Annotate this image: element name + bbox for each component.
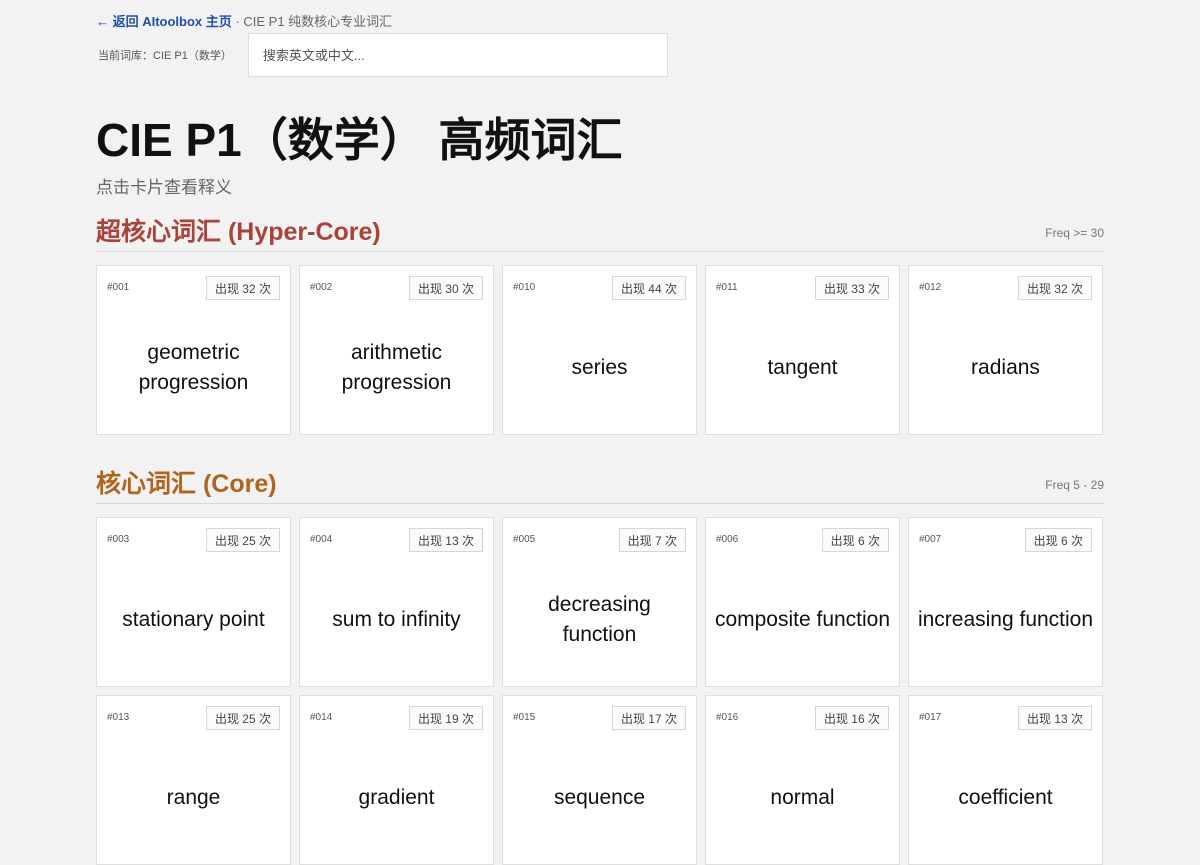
frequency-badge: 出现 44 次	[611, 276, 686, 300]
card-word: stationary point	[122, 608, 265, 631]
card-id: #004	[310, 534, 333, 545]
card-grid-hyper-core: #001 出现 32 次 geometric progression #002 出现 3…	[96, 265, 1104, 435]
vocab-card[interactable]: #003 出现 25 次 stationary point	[96, 517, 291, 687]
section-title-core: 核心词汇 (Core)	[96, 470, 277, 498]
search-input[interactable]	[247, 33, 668, 77]
card-id: #016	[716, 712, 739, 723]
card-id: #002	[310, 282, 333, 293]
card-id: #017	[919, 712, 942, 723]
frequency-badge: 出现 16 次	[814, 706, 889, 730]
card-word: composite function	[714, 608, 891, 631]
card-grid-core: #003 出现 25 次 stationary point #004 出现 13 次 su…	[96, 517, 1104, 865]
card-id: #012	[919, 282, 942, 293]
frequency-badge: 出现 33 次	[814, 276, 889, 300]
section-title-hyper-core: 超核心词汇 (Hyper-Core)	[96, 218, 381, 246]
card-word: geometric progression	[138, 341, 249, 394]
frequency-badge: 出现 30 次	[408, 276, 483, 300]
frequency-badge: 出现 19 次	[408, 706, 483, 730]
vocab-card[interactable]: #014 出现 19 次 gradient	[299, 695, 494, 865]
card-word: series	[571, 356, 628, 379]
card-id: #005	[513, 534, 536, 545]
frequency-badge: 出现 6 次	[821, 528, 889, 552]
card-id: #015	[513, 712, 536, 723]
card-id: #006	[716, 534, 739, 545]
page-subtitle: 点击卡片查看释义	[96, 178, 232, 197]
vocab-card[interactable]: #016 出现 16 次 normal	[705, 695, 900, 865]
card-word: gradient	[358, 786, 435, 809]
card-word: increasing function	[917, 608, 1094, 631]
breadcrumb-separator: ·	[235, 14, 240, 29]
card-word: decreasing function	[548, 593, 651, 646]
frequency-badge: 出现 13 次	[408, 528, 483, 552]
section-freq-core: Freq 5 - 29	[1045, 478, 1104, 492]
card-id: #014	[310, 712, 333, 723]
frequency-badge: 出现 7 次	[618, 528, 686, 552]
vocab-card[interactable]: #012 出现 32 次 radians	[908, 265, 1103, 435]
card-word: sum to infinity	[332, 608, 461, 631]
card-id: #010	[513, 282, 536, 293]
vocab-card[interactable]: #015 出现 17 次 sequence	[502, 695, 697, 865]
frequency-badge: 出现 17 次	[611, 706, 686, 730]
breadcrumb: ← 返回 AItoolbox 主页 · CIE P1 纯数核心专业词汇	[96, 11, 392, 30]
page-title: CIE P1（数学） 高频词汇	[96, 114, 623, 166]
frequency-badge: 出现 32 次	[205, 276, 280, 300]
section-header-hyper-core: 超核心词汇 (Hyper-Core) Freq >= 30	[96, 212, 1104, 252]
card-word: radians	[971, 356, 1040, 379]
card-word: sequence	[553, 786, 646, 809]
card-word: normal	[770, 786, 835, 809]
vocab-card[interactable]: #006 出现 6 次 composite function	[705, 517, 900, 687]
back-home-link[interactable]: ← 返回 AItoolbox 主页	[96, 14, 232, 29]
vocab-card[interactable]: #001 出现 32 次 geometric progression	[96, 265, 291, 435]
vocab-card[interactable]: #010 出现 44 次 series	[502, 265, 697, 435]
card-id: #011	[716, 282, 738, 293]
section-freq-hyper-core: Freq >= 30	[1045, 226, 1104, 240]
card-word: coefficient	[958, 786, 1053, 809]
card-id: #003	[107, 534, 130, 545]
frequency-badge: 出现 25 次	[205, 528, 280, 552]
vocab-card[interactable]: #007 出现 6 次 increasing function	[908, 517, 1103, 687]
vocab-card[interactable]: #017 出现 13 次 coefficient	[908, 695, 1103, 865]
frequency-badge: 出现 25 次	[205, 706, 280, 730]
card-word: arithmetic progression	[341, 341, 452, 394]
card-id: #007	[919, 534, 942, 545]
vocab-card[interactable]: #004 出现 13 次 sum to infinity	[299, 517, 494, 687]
card-id: #013	[107, 712, 130, 723]
frequency-badge: 出现 6 次	[1024, 528, 1092, 552]
frequency-badge: 出现 13 次	[1017, 706, 1092, 730]
card-word: tangent	[767, 356, 838, 379]
vocab-card[interactable]: #011 出现 33 次 tangent	[705, 265, 900, 435]
card-id: #001	[107, 282, 130, 293]
vocab-card[interactable]: #013 出现 25 次 range	[96, 695, 291, 865]
card-word: range	[166, 786, 221, 809]
current-library-label: 当前词库：CIE P1（数学）	[98, 50, 232, 62]
library-bar: 当前词库：CIE P1（数学）	[96, 33, 668, 77]
section-header-core: 核心词汇 (Core) Freq 5 - 29	[96, 464, 1104, 504]
breadcrumb-current: CIE P1 纯数核心专业词汇	[243, 14, 393, 29]
vocab-card[interactable]: #002 出现 30 次 arithmetic progression	[299, 265, 494, 435]
frequency-badge: 出现 32 次	[1017, 276, 1092, 300]
vocab-card[interactable]: #005 出现 7 次 decreasing function	[502, 517, 697, 687]
